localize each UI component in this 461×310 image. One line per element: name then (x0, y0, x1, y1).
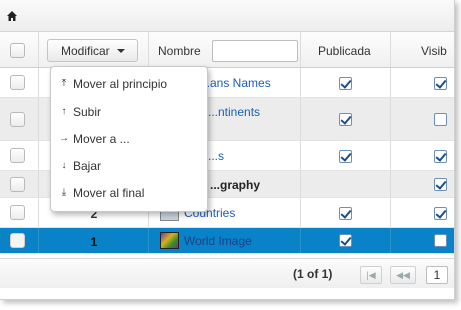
pagination-bar: (1 of 1) |◀ ◀◀ 1 (0, 258, 454, 288)
chevron-down-icon (117, 49, 125, 53)
visible-checkbox[interactable] (434, 207, 447, 220)
visible-checkbox[interactable] (434, 77, 447, 90)
row-checkbox[interactable] (10, 75, 25, 90)
home-icon[interactable] (6, 10, 18, 22)
published-checkbox[interactable] (339, 113, 352, 126)
first-page-button[interactable]: |◀ (360, 266, 382, 284)
row-name-category[interactable]: ...graphy (210, 178, 260, 192)
published-checkbox[interactable] (339, 234, 352, 247)
visible-column-header[interactable]: Visib (421, 44, 447, 58)
row-checkbox[interactable] (10, 148, 25, 163)
toolbar (0, 0, 454, 32)
previous-page-button[interactable]: ◀◀ (390, 266, 416, 284)
thumbnail-image (160, 232, 179, 249)
row-order: 1 (90, 235, 98, 249)
published-checkbox[interactable] (339, 207, 352, 220)
menu-item-move-to-bottom[interactable]: ⤓ Mover al final (51, 180, 207, 206)
row-name-link[interactable]: ...s (208, 149, 224, 163)
grid-header: Modificar Nombre Publicada Visib (0, 32, 454, 68)
menu-item-move-to[interactable]: → Mover a ... (51, 126, 207, 152)
arrow-up-icon: ↑ (61, 106, 67, 117)
menu-item-move-down[interactable]: ↓ Bajar (51, 153, 207, 179)
select-all-checkbox[interactable] (10, 43, 25, 58)
row-checkbox[interactable] (10, 177, 25, 192)
modify-button[interactable]: Modificar (47, 39, 138, 62)
row-checkbox[interactable] (10, 205, 25, 220)
menu-item-move-up[interactable]: ↑ Subir (51, 99, 207, 125)
row-name-link[interactable]: World Image (184, 234, 252, 248)
visible-checkbox[interactable] (434, 113, 447, 126)
arrow-down-icon: ↓ (61, 160, 67, 171)
name-column-header[interactable]: Nombre (158, 44, 201, 58)
row-checkbox[interactable] (10, 112, 25, 127)
first-page-icon: |◀ (366, 270, 376, 280)
row-checkbox[interactable] (10, 233, 25, 248)
modify-dropdown-menu: ⤒ Mover al principio ↑ Subir → Mover a .… (50, 66, 208, 212)
move-to-top-icon: ⤒ (61, 78, 67, 89)
grid-window: Modificar Nombre Publicada Visib ...ans … (0, 0, 455, 300)
visible-checkbox[interactable] (434, 234, 447, 247)
published-checkbox[interactable] (339, 150, 352, 163)
menu-item-move-to-top[interactable]: ⤒ Mover al principio (51, 71, 207, 97)
row-name-link[interactable]: ...ans Names (200, 76, 271, 90)
visible-checkbox[interactable] (434, 178, 447, 191)
current-page-button[interactable]: 1 (426, 266, 448, 284)
table-row-selected[interactable]: 1 World Image (0, 228, 454, 254)
arrow-right-icon: → (59, 133, 69, 144)
modify-button-label: Modificar (61, 43, 110, 58)
name-filter-input[interactable] (212, 40, 298, 62)
move-to-bottom-icon: ⤓ (61, 187, 67, 198)
published-column-header[interactable]: Publicada (318, 44, 371, 58)
previous-page-icon: ◀◀ (396, 270, 410, 280)
visible-checkbox[interactable] (434, 150, 447, 163)
page-info: (1 of 1) (293, 267, 333, 281)
published-checkbox[interactable] (339, 77, 352, 90)
current-page-number: 1 (433, 268, 441, 282)
row-name-link[interactable]: ...ntinents (208, 105, 260, 119)
